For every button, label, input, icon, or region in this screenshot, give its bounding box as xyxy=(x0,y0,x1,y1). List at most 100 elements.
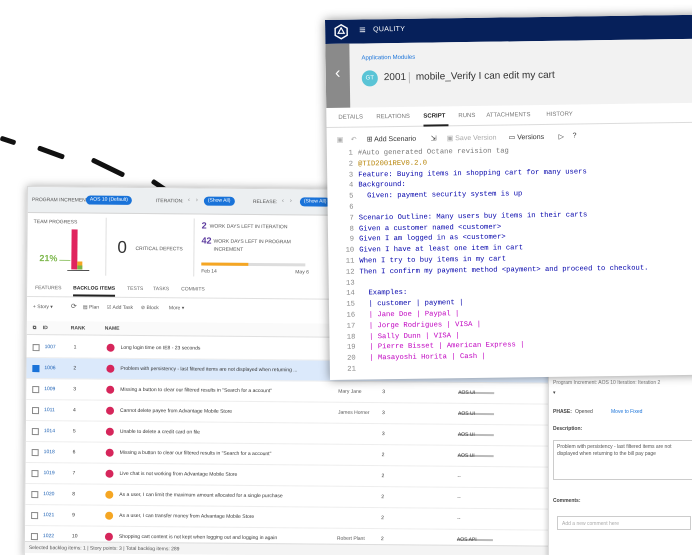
chevron-left-icon[interactable]: ‹ xyxy=(282,198,284,204)
row-name[interactable]: As a user, I can limit the maximum amoun… xyxy=(119,492,282,499)
plan-button[interactable]: ▤ Plan xyxy=(83,304,99,310)
item-name[interactable]: mobile_Verify I can edit my cart xyxy=(416,70,555,83)
tab-script[interactable]: SCRIPT xyxy=(423,113,445,119)
script-line[interactable]: Given I am logged in as <customer> xyxy=(359,234,506,244)
row-id[interactable]: 1021 xyxy=(43,512,54,518)
script-line[interactable]: | Jane Doe | Paypal | xyxy=(360,310,460,319)
undo-icon[interactable]: ↶ xyxy=(351,136,357,144)
tab-details[interactable]: DETAILS xyxy=(338,114,363,120)
chevron-right-icon[interactable]: › xyxy=(290,198,292,204)
script-line[interactable]: Then I confirm my payment method <paymen… xyxy=(359,264,648,276)
row-checkbox[interactable] xyxy=(31,428,39,436)
tab-history[interactable]: HISTORY xyxy=(546,112,573,118)
more-button[interactable]: More ▾ xyxy=(169,305,184,311)
script-line[interactable]: | Pierre Bisset | American Express | xyxy=(361,342,524,352)
tab-backlog-items[interactable]: BACKLOG ITEMS xyxy=(73,285,116,297)
description-text[interactable]: Problem with persistency - last filtered… xyxy=(553,440,692,480)
script-line[interactable]: | Sally Dunn | VISA | xyxy=(360,332,460,341)
row-checkbox[interactable] xyxy=(32,365,40,373)
row-checkbox[interactable] xyxy=(32,386,40,394)
column-rank[interactable]: RANK xyxy=(71,325,86,331)
row-owner[interactable]: Robert Plant xyxy=(337,536,365,542)
row-name[interactable]: As a user, I can transfer money from Adv… xyxy=(119,513,254,520)
row-id[interactable]: 1011 xyxy=(44,407,55,413)
script-line[interactable]: @TID2001REV0.2.0 xyxy=(358,159,427,168)
row-owner[interactable]: Mary Jane xyxy=(338,389,361,395)
row-points: 2 xyxy=(380,536,384,543)
tab-tasks[interactable]: TASKS xyxy=(153,286,169,292)
tab-relations[interactable]: RELATIONS xyxy=(376,114,410,120)
row-id[interactable]: 1007 xyxy=(45,344,56,350)
add-task-button[interactable]: ☑ Add Task xyxy=(107,305,133,311)
script-line[interactable]: Scenario Outline: Many users buy items i… xyxy=(359,211,588,222)
row-id[interactable]: 1009 xyxy=(44,386,55,392)
row-name[interactable]: Live chat is not working from Advantage … xyxy=(119,471,237,478)
row-name[interactable]: Unable to delete a credit card on file xyxy=(120,429,200,436)
tab-commits[interactable]: COMMITS xyxy=(181,286,205,292)
refresh-icon[interactable]: ⟳ xyxy=(71,302,77,310)
row-name[interactable]: Problem with persistency - last filtered… xyxy=(120,366,297,374)
script-line[interactable]: | customer | payment | xyxy=(360,299,464,308)
help-icon[interactable]: ? xyxy=(573,132,577,139)
add-story-button[interactable]: + Story ▾ xyxy=(33,304,53,310)
script-line[interactable]: | Masayoshi Horita | Cash | xyxy=(361,353,486,363)
script-line[interactable]: Background: xyxy=(358,181,406,190)
hamburger-menu-icon[interactable]: ≡ xyxy=(359,24,366,36)
release-select[interactable]: (Show All) xyxy=(299,197,331,207)
iteration-select[interactable]: (Show All) xyxy=(203,196,235,206)
row-id[interactable]: 1006 xyxy=(44,365,55,371)
row-checkbox[interactable] xyxy=(32,344,40,352)
program-days-label: WORK DAYS LEFT IN PROGRAM INCREMENT xyxy=(213,238,291,253)
script-line[interactable]: Given a customer named <customer> xyxy=(359,223,501,233)
script-line[interactable]: Given I have at least one item in cart xyxy=(359,244,523,254)
versions-button[interactable]: ▭ Versions xyxy=(509,133,545,141)
script-line[interactable]: #Auto generated Octane revision tag xyxy=(358,147,509,157)
select-all-icon[interactable]: ⧉ xyxy=(33,325,37,331)
row-id[interactable]: 1022 xyxy=(43,533,54,539)
tab-runs[interactable]: RUNS xyxy=(458,113,475,119)
script-line[interactable]: Examples: xyxy=(360,289,407,298)
back-arrow-icon[interactable]: ‹ xyxy=(325,43,351,108)
script-line[interactable]: | Jorge Rodrigues | VISA | xyxy=(360,321,481,331)
script-line[interactable]: Given: payment security system is up xyxy=(358,190,522,200)
move-to-fixed-button[interactable]: Move to Fixed xyxy=(611,409,642,415)
line-number: 10 xyxy=(345,246,355,255)
row-id[interactable]: 1018 xyxy=(44,449,55,455)
row-checkbox[interactable] xyxy=(31,491,39,499)
column-id[interactable]: ID xyxy=(43,325,48,331)
row-id[interactable]: 1019 xyxy=(43,470,54,476)
row-checkbox[interactable] xyxy=(30,533,38,541)
chevron-left-icon[interactable]: ‹ xyxy=(188,197,190,203)
add-scenario-button[interactable]: ⊞ Add Scenario xyxy=(367,135,417,144)
insert-step-icon[interactable]: ⇲ xyxy=(431,134,437,142)
column-name[interactable]: NAME xyxy=(105,326,120,332)
tab-attachments[interactable]: ATTACHMENTS xyxy=(486,112,530,119)
row-name[interactable]: Cannot delete payee from Advantage Mobil… xyxy=(120,408,232,415)
row-checkbox[interactable] xyxy=(31,512,39,520)
row-checkbox[interactable] xyxy=(31,470,39,478)
row-name[interactable]: Missing a button to clear our filtered r… xyxy=(120,387,272,394)
module-breadcrumb[interactable]: Application Modules xyxy=(361,55,415,62)
row-checkbox[interactable] xyxy=(32,407,40,415)
row-name[interactable]: Shopping cart content is not kept when l… xyxy=(119,534,277,541)
row-name[interactable]: Long login time on IE8 - 23 seconds xyxy=(121,345,201,352)
save-icon[interactable]: ▣ xyxy=(337,136,344,144)
expand-icon[interactable]: ▾ xyxy=(553,390,556,396)
run-icon[interactable]: ▷ xyxy=(559,133,564,141)
row-name[interactable]: Missing a button to clear our filtered r… xyxy=(120,450,272,457)
script-line[interactable]: When I try to buy items in my cart xyxy=(359,255,506,265)
row-id[interactable]: 1020 xyxy=(43,491,54,497)
save-version-button[interactable]: ▣ Save Version xyxy=(447,134,497,143)
program-increment-select[interactable]: AOS 10 (Default) xyxy=(85,195,132,205)
row-checkbox[interactable] xyxy=(31,449,39,457)
chevron-right-icon[interactable]: › xyxy=(196,197,198,203)
row-release: AOS UI xyxy=(457,431,475,438)
row-owner[interactable]: James Horner xyxy=(338,410,369,416)
script-line[interactable]: Feature: Buying items in shopping cart f… xyxy=(358,168,587,179)
tab-tests[interactable]: TESTS xyxy=(127,286,143,292)
tab-features[interactable]: FEATURES xyxy=(35,285,61,291)
block-button[interactable]: ⊘ Block xyxy=(141,305,159,311)
row-id[interactable]: 1014 xyxy=(44,428,55,434)
row-release: -- xyxy=(457,515,461,522)
comment-input[interactable]: Add a new comment here xyxy=(557,516,691,530)
